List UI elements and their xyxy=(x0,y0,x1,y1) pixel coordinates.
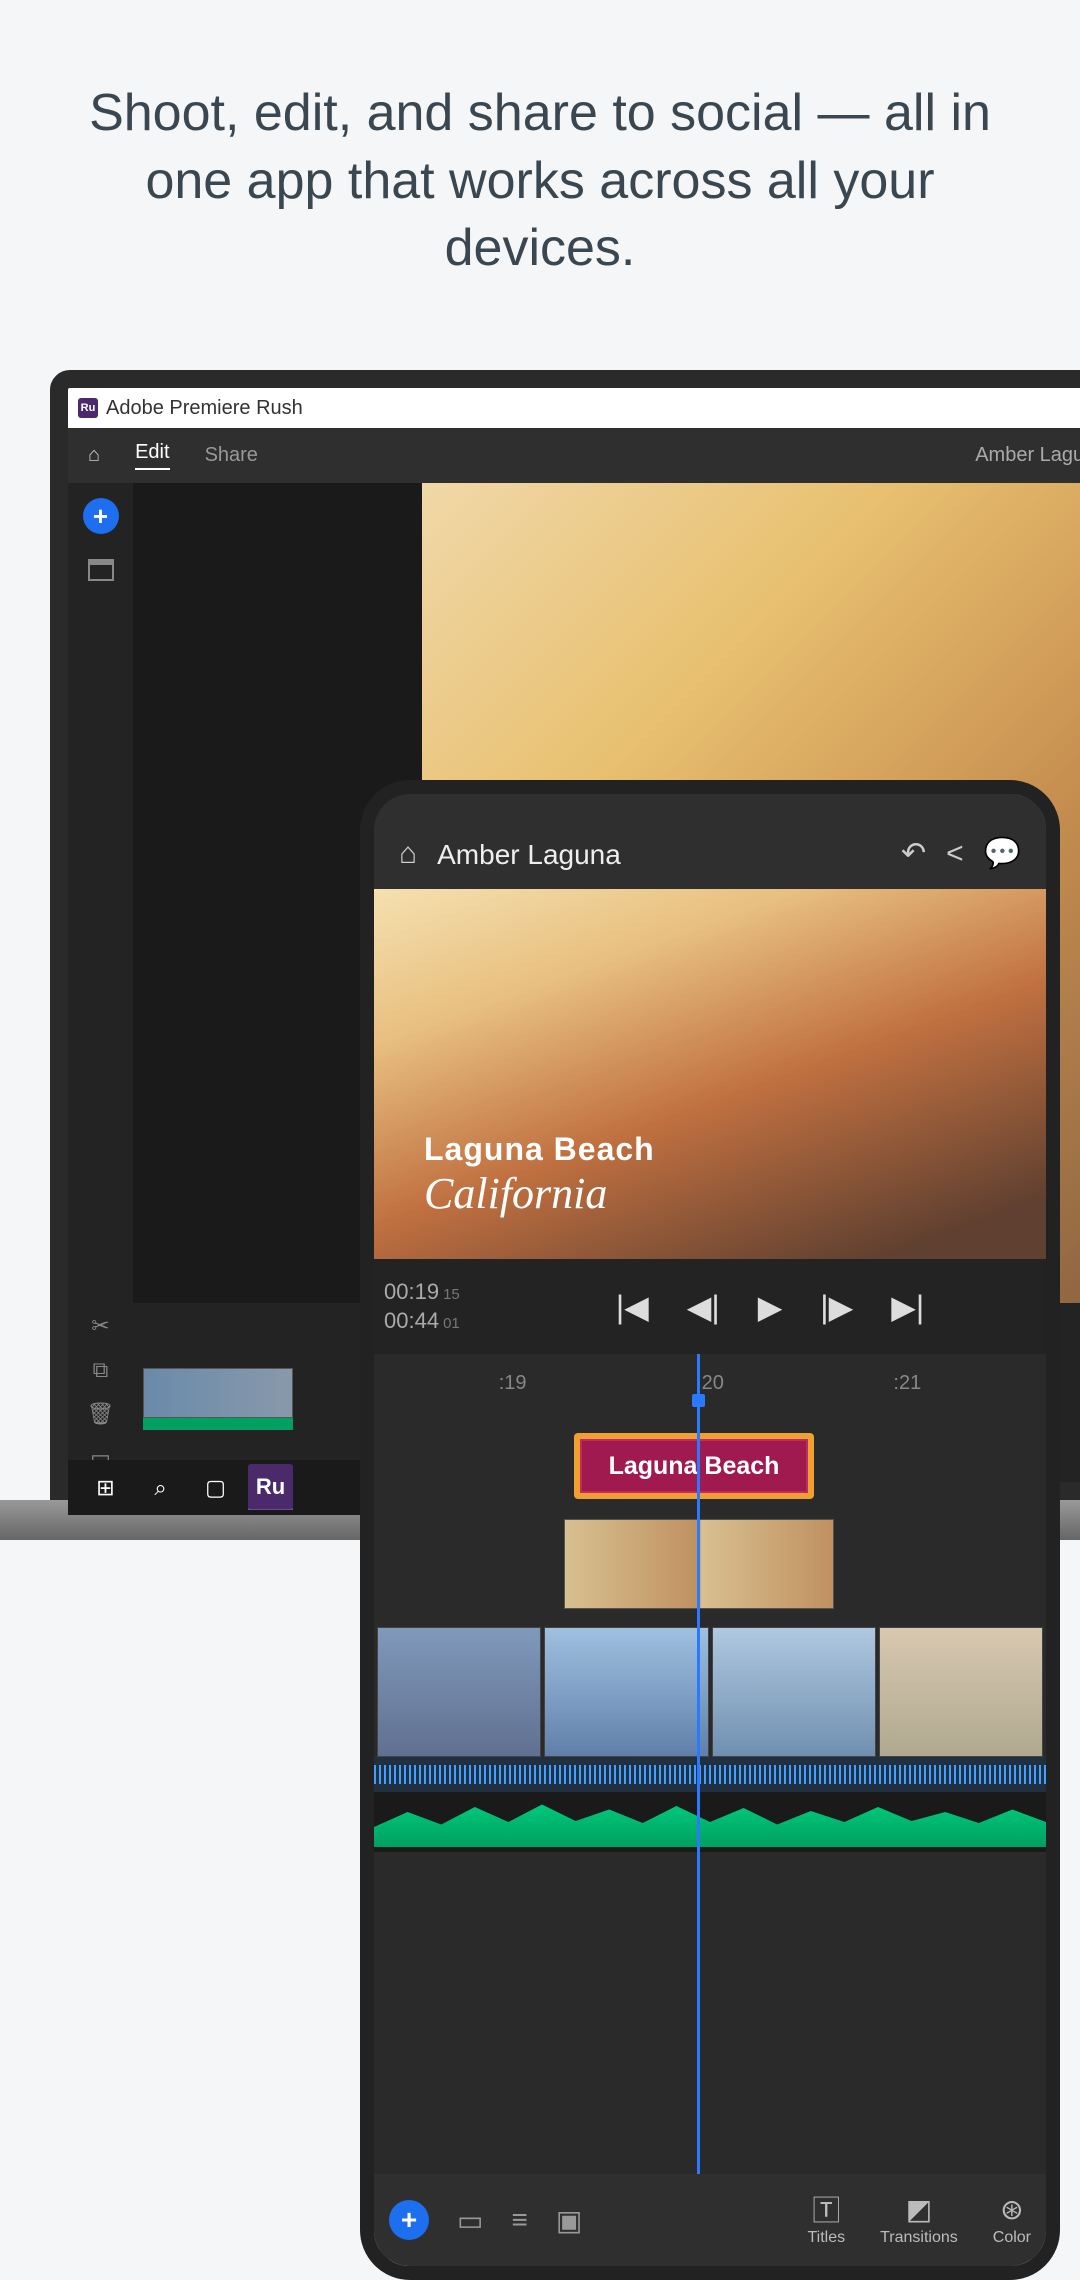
ruler-tick: :19 xyxy=(499,1372,527,1395)
audio-track-linked[interactable] xyxy=(374,1757,1046,1792)
step-back-icon[interactable]: ◀| xyxy=(687,1288,720,1326)
duplicate-icon[interactable]: ⧉ xyxy=(93,1357,109,1383)
video-clip[interactable] xyxy=(879,1627,1043,1757)
skip-start-icon[interactable]: |◀ xyxy=(616,1288,649,1326)
desktop-window-titlebar: Ru Adobe Premiere Rush xyxy=(68,388,1080,428)
track-controls-icon[interactable]: ≡ xyxy=(511,2204,527,2236)
share-icon[interactable]: < xyxy=(946,837,964,871)
title-clip[interactable]: Laguna Beach xyxy=(574,1433,814,1499)
titles-tool[interactable]: 🅃 Titles xyxy=(807,2193,845,2247)
playback-controls-bar: 00:1915 00:4401 |◀ ◀| ▶ |▶ ▶| xyxy=(374,1259,1046,1354)
phone-video-preview[interactable]: Laguna Beach California xyxy=(374,889,1046,1259)
desktop-app-name: Adobe Premiere Rush xyxy=(106,397,303,420)
audio-track-music[interactable] xyxy=(374,1792,1046,1852)
trash-icon[interactable]: 🗑 xyxy=(87,1401,115,1427)
tab-edit[interactable]: Edit xyxy=(135,441,169,470)
phone-header: ⌂ Amber Laguna ↶ < 💬 xyxy=(374,794,1046,889)
titles-icon: 🅃 xyxy=(812,2193,840,2225)
desktop-project-label: Amber Laguna: Be xyxy=(975,444,1080,467)
ruler-tick: :21 xyxy=(893,1372,921,1395)
desktop-top-toolbar: ⌂ Edit Share Amber Laguna: Be xyxy=(68,428,1080,483)
windows-start-icon[interactable]: ⊞ xyxy=(83,1465,128,1510)
scissors-icon[interactable]: ✂ xyxy=(91,1313,109,1339)
transitions-tool[interactable]: ◩ Transitions xyxy=(880,2193,958,2247)
undo-icon[interactable]: ↶ xyxy=(901,836,926,871)
video-clip[interactable] xyxy=(544,1627,708,1757)
skip-end-icon[interactable]: ▶| xyxy=(891,1288,924,1326)
windows-taskbar: ⊞ ⌕ ▢ Ru xyxy=(68,1460,368,1515)
video-clip[interactable] xyxy=(712,1627,876,1757)
layers-icon[interactable]: ▣ xyxy=(556,2204,582,2237)
video-track[interactable] xyxy=(374,1627,1046,1757)
phone-project-name: Amber Laguna xyxy=(437,839,881,871)
phone-device-frame: ⌂ Amber Laguna ↶ < 💬 Laguna Beach Califo… xyxy=(360,780,1060,2280)
tab-share[interactable]: Share xyxy=(205,444,258,467)
timecode-display: 00:1915 00:4401 xyxy=(384,1278,504,1335)
ruler-tick: :20 xyxy=(696,1372,724,1395)
comment-icon[interactable]: 💬 xyxy=(984,836,1021,871)
desktop-left-sidebar: + xyxy=(68,483,133,1303)
project-panel-icon[interactable] xyxy=(88,559,114,581)
color-icon: ⊛ xyxy=(1000,2193,1023,2225)
playhead[interactable] xyxy=(697,1354,700,2174)
app-logo-icon: Ru xyxy=(78,398,98,418)
video-title-overlay: Laguna Beach California xyxy=(424,1131,655,1219)
rush-taskbar-icon[interactable]: Ru xyxy=(248,1465,293,1510)
desktop-audio-clip[interactable] xyxy=(143,1418,293,1430)
phone-timeline[interactable]: :19 :20 :21 Laguna Beach xyxy=(374,1354,1046,2174)
transitions-icon: ◩ xyxy=(906,2193,932,2225)
step-forward-icon[interactable]: |▶ xyxy=(820,1288,853,1326)
add-media-button[interactable]: + xyxy=(83,498,119,534)
project-panel-icon[interactable]: ▭ xyxy=(457,2204,483,2237)
color-tool[interactable]: ⊛ Color xyxy=(993,2193,1031,2247)
overlay-line1: Laguna Beach xyxy=(424,1131,655,1168)
desktop-video-clip[interactable] xyxy=(143,1368,293,1418)
overlay-line2: California xyxy=(424,1168,655,1219)
play-icon[interactable]: ▶ xyxy=(758,1288,783,1326)
add-media-button[interactable]: + xyxy=(389,2200,429,2240)
transitions-label: Transitions xyxy=(880,2229,958,2247)
home-icon[interactable]: ⌂ xyxy=(88,444,100,467)
task-view-icon[interactable]: ▢ xyxy=(193,1465,238,1510)
timeline-ruler: :19 :20 :21 xyxy=(374,1364,1046,1403)
color-label: Color xyxy=(993,2229,1031,2247)
video-clip[interactable] xyxy=(377,1627,541,1757)
search-icon[interactable]: ⌕ xyxy=(138,1465,183,1510)
home-icon[interactable]: ⌂ xyxy=(399,837,417,871)
phone-bottom-toolbar: + ▭ ≡ ▣ 🅃 Titles ◩ Transitions ⊛ Color xyxy=(374,2174,1046,2266)
marketing-headline: Shoot, edit, and share to social — all i… xyxy=(0,0,1080,323)
titles-label: Titles xyxy=(807,2229,845,2247)
title-clip-label: Laguna Beach xyxy=(580,1439,808,1493)
